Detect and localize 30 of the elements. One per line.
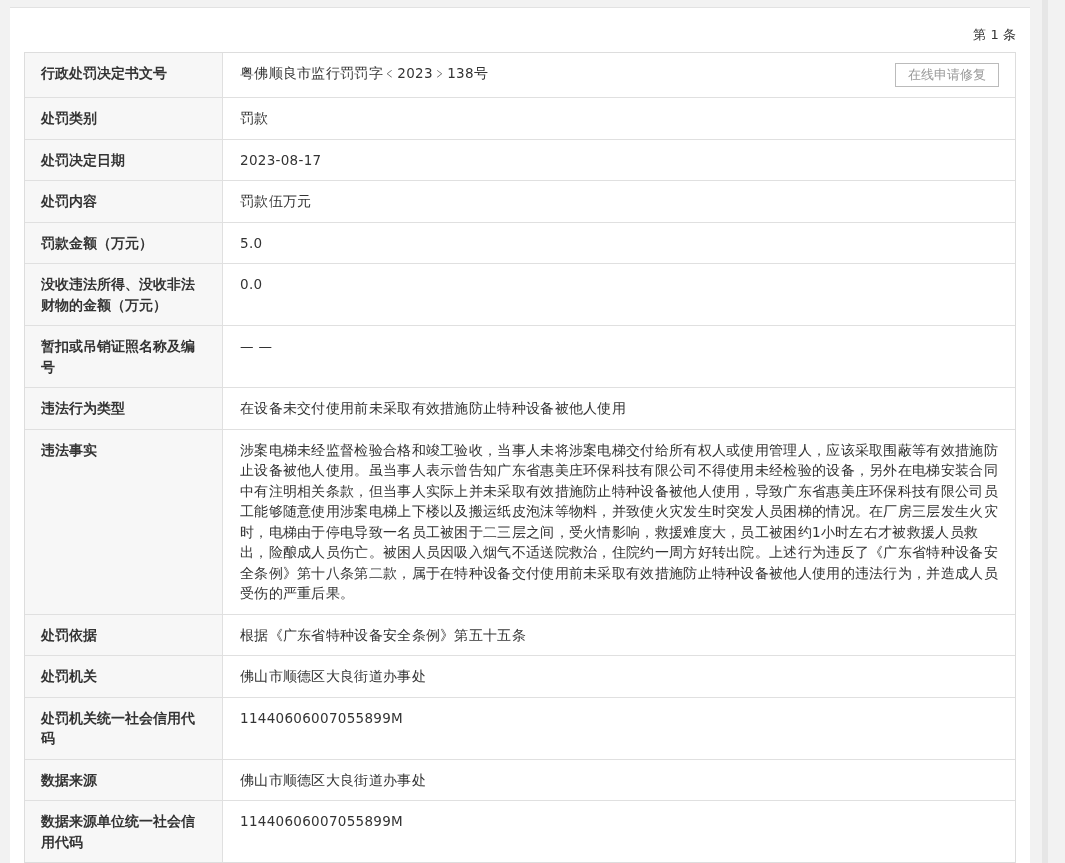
field-label: 处罚内容	[25, 181, 223, 222]
field-label: 处罚决定日期	[25, 139, 223, 180]
field-label: 处罚类别	[25, 98, 223, 139]
field-label: 违法事实	[25, 429, 223, 614]
field-value: 涉案电梯未经监督检验合格和竣工验收，当事人未将涉案电梯交付给所有权人或使用管理人，应该采取围蔽等有效措施防止设备被他人使用。虽当事人表示曾告知广东省惠美庄环保科技有限公司不得使用未经检验的设备，另外在电梯安装合同中有注明相关条款，但当事人实际上并未采取有效措施防止特种设备被他人使用，导致广东省惠美庄环保科技有限公司员工能够随意使用涉案电梯上下楼以及搬运纸皮泡沫等物料，并致使火灾发生时突发人员困梯的情况。在厂房三层发生火灾时，电梯由于停电导致一名员工被困于二三层之间，受火情影响，救援难度大，员工被困约1小时左右才被救援人员救出，险酿成人员伤亡。被困人员因吸入烟气不适送院救治，住院约一周方好转出院。上述行为违反了《广东省特种设备安全条例》第十八条第二款，属于在特种设备交付使用前未采取有效措施防止特种设备被他人使用的违法行为，并造成人员受伤的严重后果。	[240, 440, 999, 603]
field-label: 行政处罚决定书文号	[25, 53, 223, 97]
field-value: 根据《广东省特种设备安全条例》第五十五条	[240, 625, 527, 645]
field-value: 罚款伍万元	[240, 192, 313, 211]
field-value: 0.0	[240, 275, 264, 294]
field-value: 佛山市顺德区大良街道办事处	[240, 667, 427, 686]
field-value: 5.0	[240, 233, 264, 253]
field-label: 违法行为类型	[25, 388, 223, 429]
field-value: 2023-08-17	[240, 150, 323, 170]
field-label: 处罚依据	[25, 614, 223, 655]
record-count: 第 1 条	[972, 26, 1016, 44]
field-label: 数据来源	[25, 759, 223, 800]
field-label: 处罚机关统一社会信用代码	[25, 697, 223, 759]
field-label: 数据来源单位统一社会信用代码	[25, 801, 223, 862]
field-label: 罚款金额（万元）	[25, 222, 223, 263]
field-label: 没收违法所得、没收非法财物的金额（万元）	[25, 264, 223, 325]
field-value: — —	[240, 337, 274, 356]
field-label: 暂扣或吊销证照名称及编号	[25, 326, 223, 387]
field-value: 粤佛顺良市监行罚罚字﹤2023﹥138号	[240, 64, 490, 83]
field-label: 处罚机关	[25, 656, 223, 697]
field-value: 11440606007055899M	[240, 812, 405, 831]
repair-button[interactable]: 在线申请修复	[895, 63, 999, 87]
field-value: 11440606007055899M	[240, 708, 405, 728]
field-value: 罚款	[240, 109, 270, 128]
field-value: 佛山市顺德区大良街道办事处	[240, 770, 427, 790]
field-value: 在设备未交付使用前未采取有效措施防止特种设备被他人使用	[240, 399, 628, 418]
